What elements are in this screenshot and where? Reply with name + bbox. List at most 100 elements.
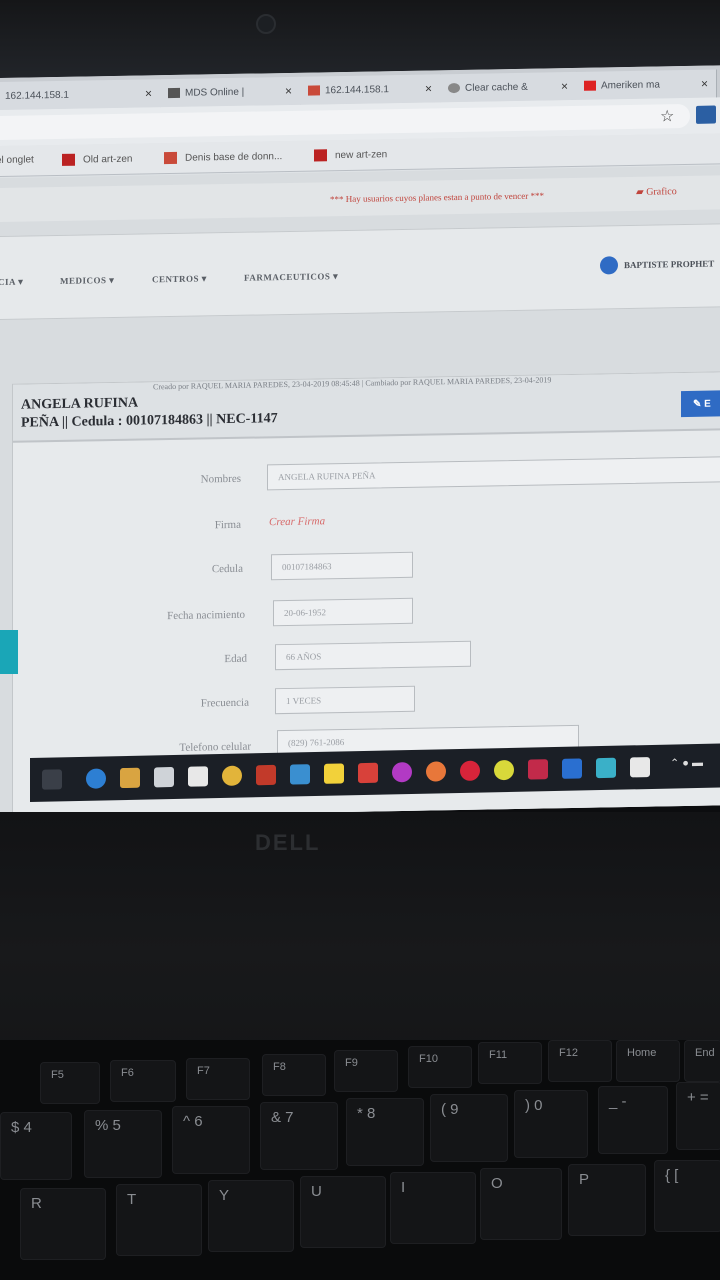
key-i[interactable]: I (390, 1172, 476, 1244)
firma-label: Firma (214, 518, 241, 532)
key-f10[interactable]: F10 (408, 1046, 472, 1088)
key-5[interactable]: % 5 (84, 1110, 162, 1178)
cedula-field[interactable]: 00107184863 (271, 551, 413, 581)
key-f12[interactable]: F12 (548, 1040, 612, 1082)
key-label: F10 (419, 1053, 438, 1065)
key-label: T (127, 1191, 137, 1208)
key-8[interactable]: * 8 (346, 1098, 424, 1166)
key-0[interactable]: ) 0 (514, 1090, 588, 1158)
key-f7[interactable]: F7 (186, 1058, 250, 1100)
side-tab[interactable] (0, 630, 18, 674)
opera-icon[interactable] (460, 760, 480, 781)
app-icon[interactable] (358, 762, 378, 784)
key-home[interactable]: Home (616, 1040, 680, 1082)
grafico-label: Grafico (646, 186, 677, 198)
key-equals[interactable]: + = (676, 1082, 720, 1150)
nav-item[interactable]: CIA ▾ (0, 277, 23, 288)
key-6[interactable]: ^ 6 (172, 1106, 250, 1174)
tab-label: Ameriken ma (601, 78, 660, 92)
address-bar[interactable] (0, 103, 690, 140)
browser-tab[interactable]: MDS Online | × (160, 76, 301, 108)
browser-tab[interactable]: Clear cache & × (440, 71, 577, 103)
extension-icon[interactable] (696, 105, 716, 124)
key-o[interactable]: O (480, 1168, 562, 1240)
tab-favicon-icon (168, 87, 180, 99)
close-tab-icon[interactable]: × (561, 79, 568, 93)
bookmark-item[interactable]: Old art-zen (62, 153, 132, 166)
key-f5[interactable]: F5 (40, 1062, 100, 1104)
key-label: ^ 6 (183, 1113, 203, 1130)
key-end[interactable]: End (684, 1040, 720, 1082)
close-tab-icon[interactable]: × (285, 84, 292, 98)
nombres-label: Nombres (200, 472, 241, 486)
key-label: F7 (197, 1065, 210, 1077)
browser-tab[interactable]: 162.144.158.1 × (300, 74, 441, 105)
key-f6[interactable]: F6 (110, 1060, 176, 1102)
edad-field[interactable]: 66 AÑOS (275, 640, 471, 671)
app-icon[interactable] (392, 761, 412, 783)
key-label: ( 9 (441, 1101, 459, 1118)
nav-item-centros[interactable]: CENTROS ▾ (152, 273, 207, 285)
plans-expiring-alert: *** Hay usuarios cuyos planes estan a pu… (330, 190, 544, 205)
app-icon[interactable] (290, 764, 310, 785)
edit-button[interactable]: ✎ E (681, 390, 720, 418)
grafico-link[interactable]: ▰ Grafico (636, 186, 677, 198)
system-tray-icon[interactable]: ⌃ ● ▬ (670, 756, 720, 777)
crear-firma-link[interactable]: Crear Firma (269, 515, 325, 528)
file-explorer-icon[interactable] (120, 767, 140, 789)
fecha-nacimiento-label: Fecha nacimiento (167, 608, 245, 623)
key-9[interactable]: ( 9 (430, 1094, 508, 1162)
word-icon[interactable] (562, 758, 582, 779)
key-bracket[interactable]: { [ (654, 1160, 720, 1232)
bookmark-item[interactable]: Denis base de donn... (164, 150, 282, 165)
key-r[interactable]: R (20, 1188, 106, 1260)
firefox-icon[interactable] (426, 761, 446, 782)
notepad-icon[interactable] (630, 757, 650, 778)
key-label: F11 (489, 1049, 508, 1061)
audit-info: Creado por RAQUEL MARIA PAREDES, 23-04-2… (153, 375, 552, 392)
filezilla-icon[interactable] (256, 764, 276, 786)
key-f8[interactable]: F8 (262, 1054, 326, 1096)
bookmark-label: el onglet (0, 154, 34, 167)
fecha-nacimiento-field[interactable]: 20-06-1952 (273, 597, 413, 627)
user-menu[interactable]: BAPTISTE PROPHET (600, 255, 714, 275)
edge-icon[interactable] (86, 768, 106, 789)
nav-item-farmaceuticos[interactable]: FARMACEUTICOS ▾ (244, 271, 338, 284)
key-f9[interactable]: F9 (334, 1050, 398, 1092)
close-tab-icon[interactable]: × (145, 86, 152, 100)
key-label: F9 (345, 1057, 358, 1069)
nombres-field[interactable]: ANGELA RUFINA PEÑA (267, 456, 720, 491)
bookmark-label: Old art-zen (83, 153, 133, 166)
close-tab-icon[interactable]: × (701, 77, 708, 91)
app-icon[interactable] (494, 759, 514, 781)
edad-label: Edad (224, 652, 247, 666)
google-icon (448, 82, 460, 94)
frecuencia-field[interactable]: 1 VECES (275, 685, 415, 715)
tab-label: Clear cache & (465, 81, 528, 94)
browser-tab[interactable]: 162.144.158.1 × (0, 79, 161, 111)
key-4[interactable]: $ 4 (0, 1112, 72, 1180)
dell-logo: DELL (255, 830, 321, 855)
key-y[interactable]: Y (208, 1180, 294, 1252)
sticky-notes-icon[interactable] (324, 763, 344, 784)
key-f11[interactable]: F11 (478, 1042, 542, 1084)
key-7[interactable]: & 7 (260, 1102, 338, 1170)
nav-item-medicos[interactable]: MEDICOS ▾ (60, 275, 114, 287)
chrome-icon[interactable] (222, 765, 242, 786)
key-minus[interactable]: _ - (598, 1086, 668, 1154)
close-tab-icon[interactable]: × (425, 81, 432, 95)
main-navbar: CIA ▾ MEDICOS ▾ CENTROS ▾ FARMACEUTICOS … (0, 223, 720, 320)
app-icon[interactable] (528, 759, 548, 780)
key-p[interactable]: P (568, 1164, 646, 1236)
key-t[interactable]: T (116, 1184, 202, 1256)
key-label: { [ (665, 1167, 679, 1184)
store-icon[interactable] (154, 766, 174, 788)
mail-icon[interactable] (188, 766, 208, 787)
task-view-icon[interactable] (42, 769, 62, 790)
bookmark-item[interactable]: el onglet (0, 154, 34, 166)
key-u[interactable]: U (300, 1176, 386, 1248)
bookmark-item[interactable]: new art-zen (314, 148, 387, 162)
bookmark-star-icon[interactable]: ☆ (660, 106, 674, 126)
browser-tab[interactable]: Ameriken ma × (576, 69, 717, 100)
app-icon[interactable] (596, 757, 616, 779)
